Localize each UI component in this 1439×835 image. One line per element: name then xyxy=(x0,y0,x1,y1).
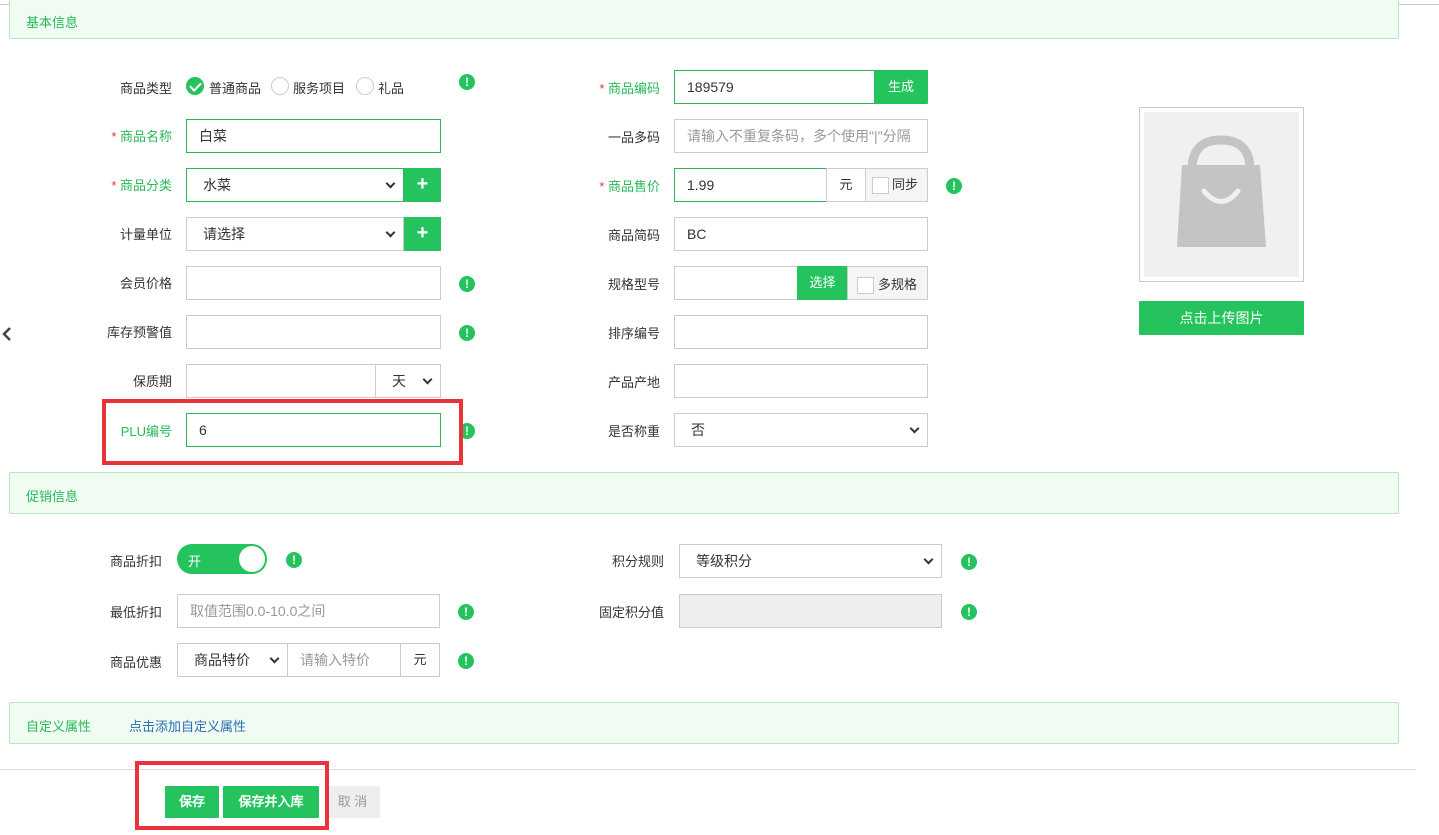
fixed-points-label: 固定积分值 xyxy=(598,605,664,620)
fixed-points-input xyxy=(679,594,942,628)
chevron-down-icon xyxy=(422,374,433,385)
info-icon[interactable]: ! xyxy=(961,604,977,620)
chevron-down-icon xyxy=(269,653,280,664)
spec-label: 规格型号 xyxy=(607,277,660,292)
add-category-button[interactable]: + xyxy=(404,168,441,202)
discount-toggle[interactable]: 开 xyxy=(177,544,267,574)
weigh-label: 是否称重 xyxy=(607,424,660,439)
product-image-frame[interactable] xyxy=(1139,107,1304,282)
info-icon[interactable]: ! xyxy=(459,276,475,292)
price-label: 商品售价 xyxy=(580,176,660,195)
stock-alert-label: 库存预警值 xyxy=(106,325,172,340)
info-icon[interactable]: ! xyxy=(459,325,475,341)
info-icon[interactable]: ! xyxy=(458,653,474,669)
weigh-value: 否 xyxy=(691,422,705,438)
radio-normal[interactable] xyxy=(186,77,204,95)
multicode-input[interactable]: 请输入不重复条码，多个使用"|"分隔 xyxy=(674,119,928,153)
stock-alert-input[interactable] xyxy=(186,315,441,349)
highlight-box-plu xyxy=(102,399,463,465)
short-code-input[interactable]: BC xyxy=(674,217,928,251)
code-input[interactable]: 189579 xyxy=(674,70,875,104)
info-icon[interactable]: ! xyxy=(458,604,474,620)
radio-normal-label: 普通商品 xyxy=(209,81,262,96)
shelf-unit-value: 天 xyxy=(392,373,406,389)
min-discount-label: 最低折扣 xyxy=(109,605,162,620)
sync-label: 同步 xyxy=(892,177,919,192)
points-rule-value: 等级积分 xyxy=(696,553,752,569)
price-input[interactable]: 1.99 xyxy=(674,168,827,202)
category-value: 水菜 xyxy=(203,177,231,193)
member-price-input[interactable] xyxy=(186,266,441,300)
chevron-left-icon[interactable] xyxy=(2,327,12,341)
section-promo: 促销信息 xyxy=(9,472,1399,514)
toggle-knob xyxy=(239,546,265,572)
radio-gift[interactable] xyxy=(356,77,374,95)
sync-checkbox[interactable] xyxy=(872,177,889,194)
origin-label: 产品产地 xyxy=(607,375,660,390)
name-input[interactable]: 白菜 xyxy=(186,119,441,153)
price-unit: 元 xyxy=(826,168,866,202)
points-rule-label: 积分规则 xyxy=(611,554,664,569)
chevron-down-icon xyxy=(385,227,396,238)
name-label: 商品名称 xyxy=(90,126,172,145)
section-title: 自定义属性 xyxy=(26,719,92,734)
chevron-down-icon xyxy=(385,178,396,189)
chevron-down-icon xyxy=(923,554,934,565)
multi-spec-checkbox[interactable] xyxy=(857,277,874,294)
section-basic-info: 基本信息 xyxy=(9,0,1399,39)
shelf-life-input[interactable] xyxy=(186,364,376,398)
spec-input[interactable] xyxy=(674,266,798,300)
offer-price-input[interactable]: 请输入特价 xyxy=(287,643,401,677)
section-custom-attrs: 自定义属性 点击添加自定义属性 xyxy=(9,702,1399,744)
section-title: 基本信息 xyxy=(26,15,79,30)
offer-label: 商品优惠 xyxy=(109,655,162,670)
min-discount-input[interactable]: 取值范围0.0-10.0之间 xyxy=(177,594,440,628)
sort-input[interactable] xyxy=(674,315,928,349)
multicode-label: 一品多码 xyxy=(607,130,660,145)
sync-checkbox-group[interactable]: 同步 xyxy=(865,168,928,202)
multi-spec-label: 多规格 xyxy=(878,277,918,292)
points-rule-select[interactable]: 等级积分 xyxy=(679,544,942,578)
offer-type-select[interactable]: 商品特价 xyxy=(177,643,288,677)
info-icon[interactable]: ! xyxy=(946,178,962,194)
generate-button[interactable]: 生成 xyxy=(874,70,928,104)
offer-unit: 元 xyxy=(400,643,440,677)
info-icon[interactable]: ! xyxy=(286,552,302,568)
cancel-button[interactable]: 取 消 xyxy=(325,786,380,818)
add-unit-button[interactable]: + xyxy=(404,217,441,251)
multi-spec-checkbox-group[interactable]: 多规格 xyxy=(847,266,928,300)
radio-gift-label: 礼品 xyxy=(378,81,405,96)
offer-type-value: 商品特价 xyxy=(194,652,250,668)
spec-select-button[interactable]: 选择 xyxy=(797,266,848,300)
sort-label: 排序编号 xyxy=(607,326,660,341)
short-code-label: 商品简码 xyxy=(607,228,660,243)
unit-select[interactable]: 请选择 xyxy=(186,217,404,251)
radio-service-label: 服务项目 xyxy=(293,81,346,96)
add-custom-attr-link[interactable]: 点击添加自定义属性 xyxy=(129,716,246,735)
unit-value: 请选择 xyxy=(203,226,245,242)
shopping-bag-icon xyxy=(1144,112,1299,277)
chevron-down-icon xyxy=(909,423,920,434)
origin-input[interactable] xyxy=(674,364,928,398)
code-label: 商品编码 xyxy=(580,78,660,97)
upload-image-button[interactable]: 点击上传图片 xyxy=(1139,301,1304,335)
shelf-life-label: 保质期 xyxy=(132,374,172,389)
type-label: 商品类型 xyxy=(119,81,172,96)
member-price-label: 会员价格 xyxy=(119,276,172,291)
category-select[interactable]: 水菜 xyxy=(186,168,404,202)
info-icon[interactable]: ! xyxy=(459,74,475,90)
radio-service[interactable] xyxy=(271,77,289,95)
weigh-select[interactable]: 否 xyxy=(674,413,928,447)
shelf-unit-select[interactable]: 天 xyxy=(375,364,441,398)
category-label: 商品分类 xyxy=(90,175,172,194)
toggle-label: 开 xyxy=(188,554,202,569)
discount-label: 商品折扣 xyxy=(109,554,162,569)
highlight-box-actions xyxy=(135,761,329,830)
section-title: 促销信息 xyxy=(26,489,79,504)
unit-label: 计量单位 xyxy=(119,227,172,242)
info-icon[interactable]: ! xyxy=(961,554,977,570)
